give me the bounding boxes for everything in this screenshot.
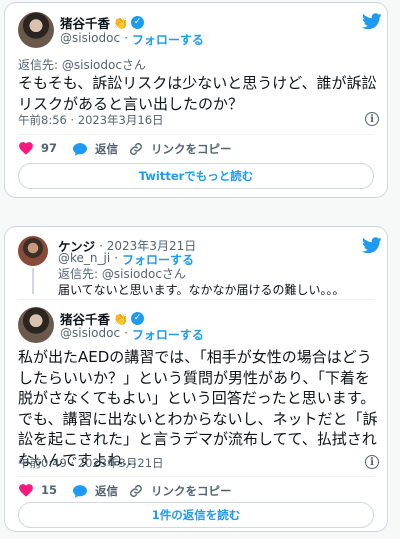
like-button[interactable]: 97 — [19, 141, 57, 155]
verified-icon: ✓ — [130, 312, 144, 325]
reply-bubble-icon — [73, 484, 87, 498]
clap-emoji: 👏 — [113, 15, 128, 30]
tweet-card-2: ケンジ · 2023年3月21日 @ke_n_ji · フォローする 返信先: … — [4, 226, 388, 532]
thread-line — [32, 268, 34, 294]
heart-icon — [19, 483, 33, 497]
author-name[interactable]: 猪谷千香 — [60, 13, 110, 32]
follow-button[interactable]: フォローする — [132, 326, 204, 343]
verified-icon: ✓ — [130, 16, 144, 29]
author-handle[interactable]: @sisiodoc — [60, 31, 120, 48]
author-handle[interactable]: @sisiodoc — [60, 326, 120, 343]
reply-button[interactable]: 返信 — [73, 141, 118, 157]
avatar[interactable] — [18, 12, 54, 48]
twitter-logo-icon[interactable] — [362, 237, 382, 254]
read-replies-button[interactable]: 1件の返信を読む — [18, 502, 374, 528]
clap-emoji: 👏 — [113, 311, 128, 326]
link-icon — [130, 485, 142, 497]
tweet-text: そもそも、訴訟リスクは少ないと思うけど、誰が訴訟リスクがあると言い出したのか？ — [18, 74, 377, 113]
like-count: 97 — [41, 141, 58, 155]
like-count: 15 — [41, 483, 58, 497]
separator-dot: · — [124, 31, 128, 45]
read-more-button[interactable]: Twitterでもっと読む — [18, 163, 374, 189]
parent-text: 届いてないと思います。なかなか届けるの難しい。。。 — [58, 283, 345, 297]
timestamp[interactable]: 午前0:49 · 2023年3月21日 — [18, 455, 164, 471]
like-button[interactable]: 15 — [19, 483, 57, 497]
reply-label: 返信 — [95, 142, 118, 156]
follow-button[interactable]: フォローする — [132, 31, 204, 48]
tweet-card-1: 猪谷千香 👏 ✓ @sisiodoc · フォローする 返信先: @sisiod… — [4, 2, 388, 198]
reply-to-label[interactable]: 返信先: @sisiodocさん — [18, 56, 146, 73]
separator-dot: · — [124, 326, 128, 340]
copy-link-label: リンクをコピー — [151, 484, 232, 498]
tweet-text: 私が出たAEDの講習では、「相手が女性の場合はどうしたらいいか？」という質問が男… — [18, 348, 378, 469]
avatar[interactable] — [18, 307, 54, 343]
reply-label: 返信 — [95, 484, 118, 498]
divider — [18, 299, 374, 300]
twitter-logo-icon[interactable] — [362, 13, 382, 30]
timestamp[interactable]: 午前8:56 · 2023年3月16日 — [18, 112, 164, 128]
info-icon[interactable]: i — [365, 455, 379, 469]
info-icon[interactable]: i — [365, 112, 379, 126]
copy-link-label: リンクをコピー — [151, 142, 232, 156]
copy-link-button[interactable]: リンクをコピー — [129, 141, 232, 157]
handle-row: @sisiodoc · フォローする — [60, 31, 204, 48]
handle-row: @sisiodoc · フォローする — [60, 326, 204, 343]
link-icon — [130, 143, 142, 155]
parent-avatar[interactable] — [18, 236, 48, 266]
author-name-row: 猪谷千香 👏 ✓ — [60, 13, 144, 32]
heart-icon — [19, 141, 33, 155]
divider — [18, 134, 374, 135]
divider — [18, 476, 374, 477]
copy-link-button[interactable]: リンクをコピー — [129, 483, 232, 499]
parent-reply-to[interactable]: 返信先: @sisiodocさん — [58, 265, 186, 282]
reply-button[interactable]: 返信 — [73, 483, 118, 499]
reply-bubble-icon — [73, 142, 87, 156]
